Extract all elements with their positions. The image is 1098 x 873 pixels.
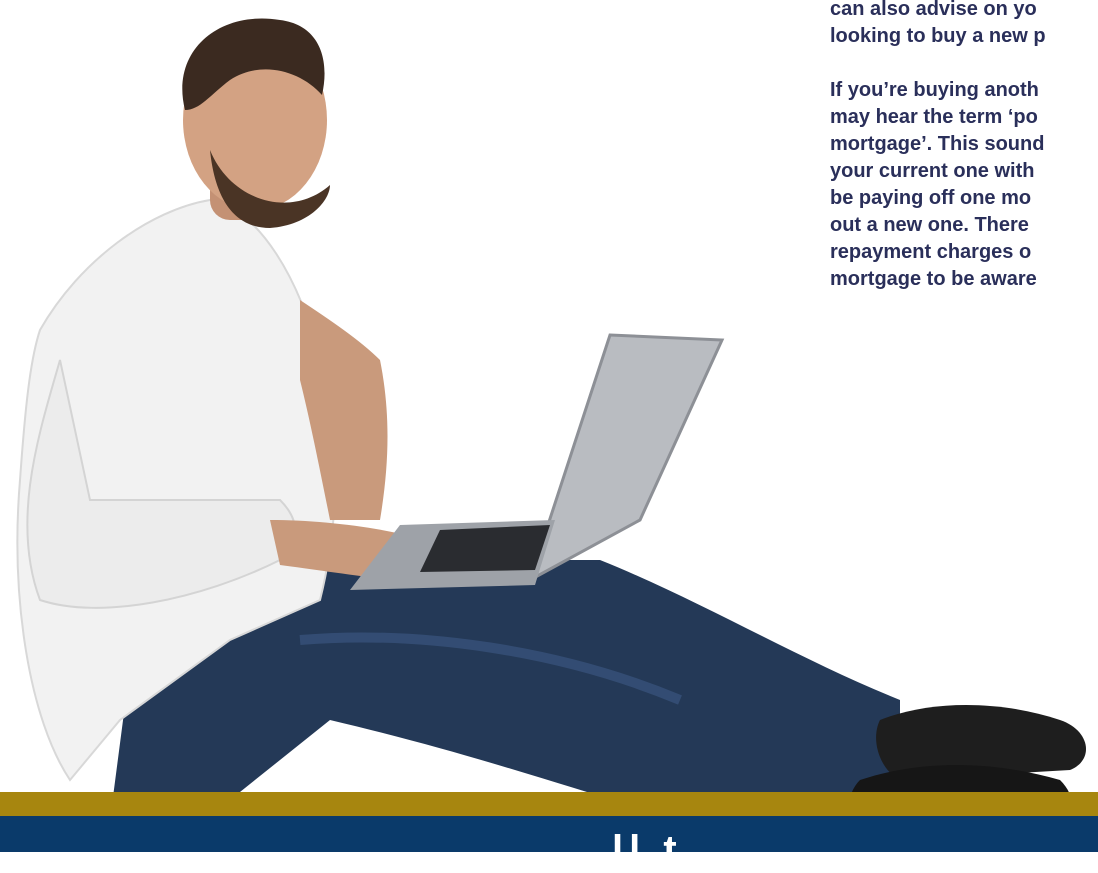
laptop-screen: [527, 333, 725, 584]
paragraph-1-line: looking to buy a new p: [830, 25, 1046, 47]
paragraph-2-line: may hear the term ‘po: [830, 106, 1038, 128]
laptop-keyboard: [420, 525, 550, 572]
paragraph-2-line: be paying off one mo: [830, 187, 1032, 209]
text-column: can also advise on yo looking to buy a n…: [830, 0, 1098, 320]
footer-band: ll t: [0, 816, 1098, 872]
paragraph-2: If you’re buying anoth may hear the term…: [830, 77, 1098, 293]
paragraph-1: can also advise on yo looking to buy a n…: [830, 0, 1098, 50]
paragraph-2-line: mortgage to be aware: [830, 268, 1037, 290]
paragraph-1-line: can also advise on yo: [830, 0, 1037, 20]
gold-divider: [0, 792, 1098, 816]
paragraph-2-line: If you’re buying anoth: [830, 79, 1039, 101]
footer-partial-text: ll t: [612, 828, 683, 872]
paragraph-2-line: repayment charges o: [830, 241, 1032, 263]
paragraph-2-line: out a new one. There: [830, 214, 1029, 236]
paragraph-2-line: mortgage’. This sound: [830, 133, 1045, 155]
paragraph-2-line: your current one with: [830, 160, 1035, 182]
